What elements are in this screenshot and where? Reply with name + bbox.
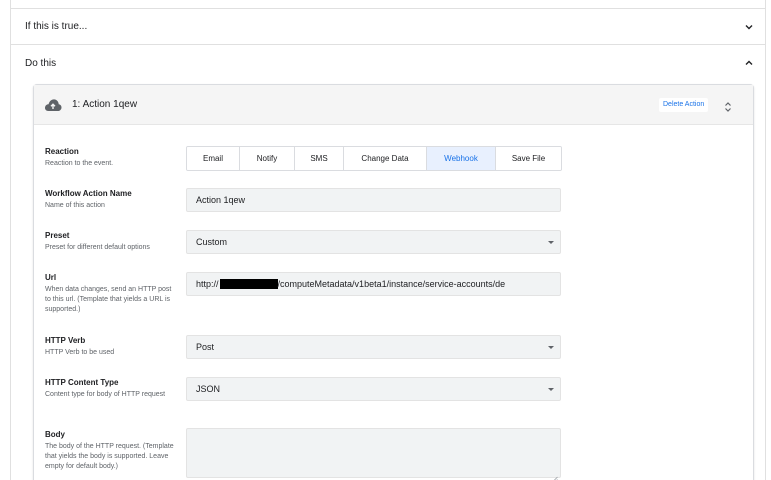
action-name-value: Action 1qew <box>196 195 246 205</box>
reaction-label: Reaction <box>45 147 79 156</box>
unfold-icon[interactable] <box>724 100 732 112</box>
conditions-accordion[interactable]: If this is true... <box>11 9 765 45</box>
http-verb-select[interactable]: Post <box>186 335 561 359</box>
action-card: 1: Action 1qew Delete Action Reaction Re… <box>33 84 754 480</box>
dropdown-arrow-icon <box>548 388 554 391</box>
body-label: Body <box>45 430 65 439</box>
preset-label: Preset <box>45 231 70 240</box>
dropdown-arrow-icon <box>548 241 554 244</box>
content-type-label: HTTP Content Type <box>45 378 119 387</box>
chevron-down-icon[interactable] <box>741 19 757 35</box>
action-name-input[interactable]: Action 1qew <box>186 188 561 212</box>
preset-help: Preset for different default options <box>45 244 150 251</box>
reaction-option-save-file[interactable]: Save File <box>496 147 561 170</box>
reaction-option-notify[interactable]: Notify <box>240 147 295 170</box>
actions-accordion[interactable]: Do this <box>11 45 765 81</box>
conditions-label: If this is true... <box>25 21 88 32</box>
url-value-prefix: http:// <box>196 279 219 289</box>
actions-label: Do this <box>25 57 57 69</box>
action-name-label: Workflow Action Name <box>45 189 132 198</box>
delete-action-button[interactable]: Delete Action <box>659 98 709 112</box>
reaction-option-webhook[interactable]: Webhook <box>427 147 496 170</box>
redacted-host <box>219 279 278 289</box>
dropdown-arrow-icon <box>548 346 554 349</box>
url-help: When data changes, send an HTTP post to … <box>45 286 172 313</box>
chevron-up-icon[interactable] <box>741 55 757 71</box>
preset-value: Custom <box>196 237 228 247</box>
url-value-suffix: /computeMetadata/v1beta1/instance/servic… <box>277 279 506 289</box>
content-type-select[interactable]: JSON <box>186 377 561 401</box>
http-verb-label: HTTP Verb <box>45 336 86 345</box>
body-textarea[interactable] <box>186 428 561 480</box>
preset-select[interactable]: Custom <box>186 230 561 254</box>
action-card-header[interactable]: 1: Action 1qew Delete Action <box>34 85 753 125</box>
url-label: Url <box>45 273 57 282</box>
action-name-help: Name of this action <box>45 202 105 209</box>
reaction-selector: Email Notify SMS Change Data Webhook Sav… <box>186 146 562 171</box>
url-input[interactable]: http:// /computeMetadata/v1beta1/instanc… <box>186 272 561 296</box>
http-verb-help: HTTP Verb to be used <box>45 349 115 356</box>
reaction-option-sms[interactable]: SMS <box>295 147 344 170</box>
reaction-option-email[interactable]: Email <box>187 147 240 170</box>
content-type-help: Content type for body of HTTP request <box>45 391 166 398</box>
http-verb-value: Post <box>196 342 215 352</box>
reaction-help: Reaction to the event. <box>45 160 114 167</box>
body-help: The body of the HTTP request. (Template … <box>45 443 174 470</box>
content-type-value: JSON <box>196 384 221 394</box>
cloud-upload-icon <box>44 98 62 112</box>
resize-grip-icon[interactable] <box>552 469 558 480</box>
reaction-option-change-data[interactable]: Change Data <box>344 147 427 170</box>
action-title: 1: Action 1qew <box>72 99 138 110</box>
